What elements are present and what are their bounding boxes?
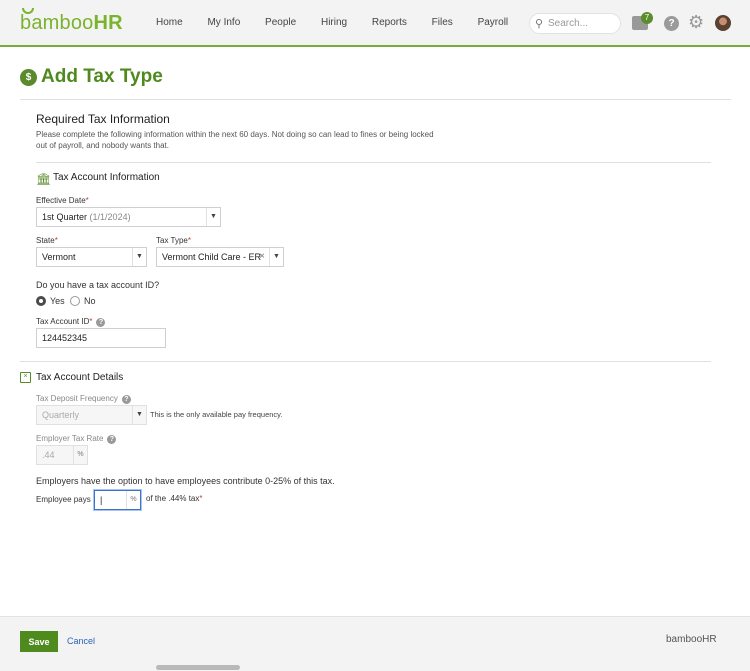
bamboohr-logo[interactable]: bambooHR	[20, 8, 123, 35]
deposit-frequency-note: This is the only available pay frequency…	[150, 410, 283, 419]
state-select[interactable]: Vermont ▼	[36, 247, 147, 267]
deposit-frequency-select: Quarterly ▼	[36, 405, 147, 425]
deposit-frequency-value: Quarterly	[42, 410, 80, 420]
save-button[interactable]: Save	[20, 631, 58, 652]
logo-text-hr: HR	[93, 12, 123, 34]
account-id-question: Do you have a tax account ID?	[36, 280, 160, 290]
tax-account-info-heading: Tax Account Information	[53, 172, 160, 183]
no-radio[interactable]	[70, 296, 80, 306]
nav-hiring[interactable]: Hiring	[321, 17, 347, 28]
yes-label: Yes	[50, 296, 65, 306]
nav-people[interactable]: People	[265, 17, 296, 28]
help-icon[interactable]: ?	[664, 16, 679, 31]
tax-type-value: Vermont Child Care - ER	[162, 252, 262, 262]
employee-pays-input[interactable]: | %	[94, 490, 141, 510]
bank-icon: 🏛	[36, 172, 52, 186]
yes-radio[interactable]	[36, 296, 46, 306]
deposit-frequency-label: Tax Deposit Frequency?	[36, 394, 131, 404]
effective-date-value: 1st Quarter	[42, 212, 88, 222]
percent-suffix: %	[126, 491, 140, 509]
dollar-icon: $	[20, 69, 37, 86]
search-placeholder: Search...	[548, 18, 589, 29]
nav-home[interactable]: Home	[156, 17, 183, 28]
title-divider	[20, 99, 731, 100]
search-input[interactable]: ⚲ Search...	[529, 13, 621, 34]
nav-reports[interactable]: Reports	[372, 17, 407, 28]
employee-option-text: Employers have the option to have employ…	[36, 476, 335, 486]
employer-rate-label: Employer Tax Rate?	[36, 434, 117, 444]
gear-icon[interactable]: ⚙	[688, 12, 704, 32]
help-icon[interactable]: ?	[107, 435, 117, 444]
employer-rate-input: .44 %	[36, 445, 88, 465]
inbox-count-badge: 7	[641, 12, 653, 24]
percent-suffix: %	[73, 446, 87, 464]
nav-my-info[interactable]: My Info	[207, 17, 240, 28]
footer-bar	[0, 616, 750, 671]
logo-text: bamboo	[20, 12, 94, 34]
chevron-down-icon: ▼	[206, 208, 220, 226]
search-icon: ⚲	[535, 18, 544, 30]
effective-date-label: Effective Date*	[36, 196, 89, 205]
clear-icon[interactable]: ×	[259, 248, 265, 266]
section-divider	[20, 361, 711, 362]
employee-pays-value: |	[100, 495, 103, 505]
nav-files[interactable]: Files	[432, 17, 453, 28]
no-label: No	[84, 296, 96, 306]
employer-rate-value: .44	[42, 450, 55, 460]
help-icon[interactable]: ?	[96, 318, 106, 327]
state-label: State*	[36, 236, 58, 245]
effective-date-hint: (1/1/2024)	[89, 212, 131, 222]
chevron-down-icon: ▼	[132, 248, 146, 266]
top-nav: bambooHR Home My Info People Hiring Repo…	[0, 0, 750, 47]
nav-payroll[interactable]: Payroll	[478, 17, 509, 28]
account-id-input[interactable]: 124452345	[36, 328, 166, 348]
section-divider	[36, 162, 711, 163]
tax-account-details-heading: Tax Account Details	[36, 372, 124, 383]
tax-type-select[interactable]: Vermont Child Care - ER × ▼	[156, 247, 284, 267]
horizontal-scrollbar[interactable]	[156, 665, 240, 670]
tax-type-label: Tax Type*	[156, 236, 191, 245]
page-title: Add Tax Type	[41, 66, 163, 87]
account-id-label: Tax Account ID*?	[36, 317, 106, 327]
help-icon[interactable]: ?	[121, 395, 131, 404]
required-description: Please complete the following informatio…	[36, 130, 434, 150]
account-id-value: 124452345	[42, 333, 88, 343]
calendar-icon: ×	[20, 372, 31, 383]
cancel-button[interactable]: Cancel	[67, 636, 95, 646]
avatar[interactable]	[715, 15, 731, 31]
required-heading: Required Tax Information	[36, 112, 170, 126]
nav-links: Home My Info People Hiring Reports Files…	[156, 17, 530, 28]
footer-logo: bambooHR	[666, 634, 717, 645]
chevron-down-icon: ▼	[269, 248, 283, 266]
state-value: Vermont	[42, 252, 76, 262]
effective-date-select[interactable]: 1st Quarter (1/1/2024) ▼	[36, 207, 221, 227]
employee-pays-label: Employee pays	[36, 495, 91, 504]
employee-pays-suffix: of the .44% tax*	[146, 494, 203, 503]
chevron-down-icon: ▼	[132, 406, 146, 424]
